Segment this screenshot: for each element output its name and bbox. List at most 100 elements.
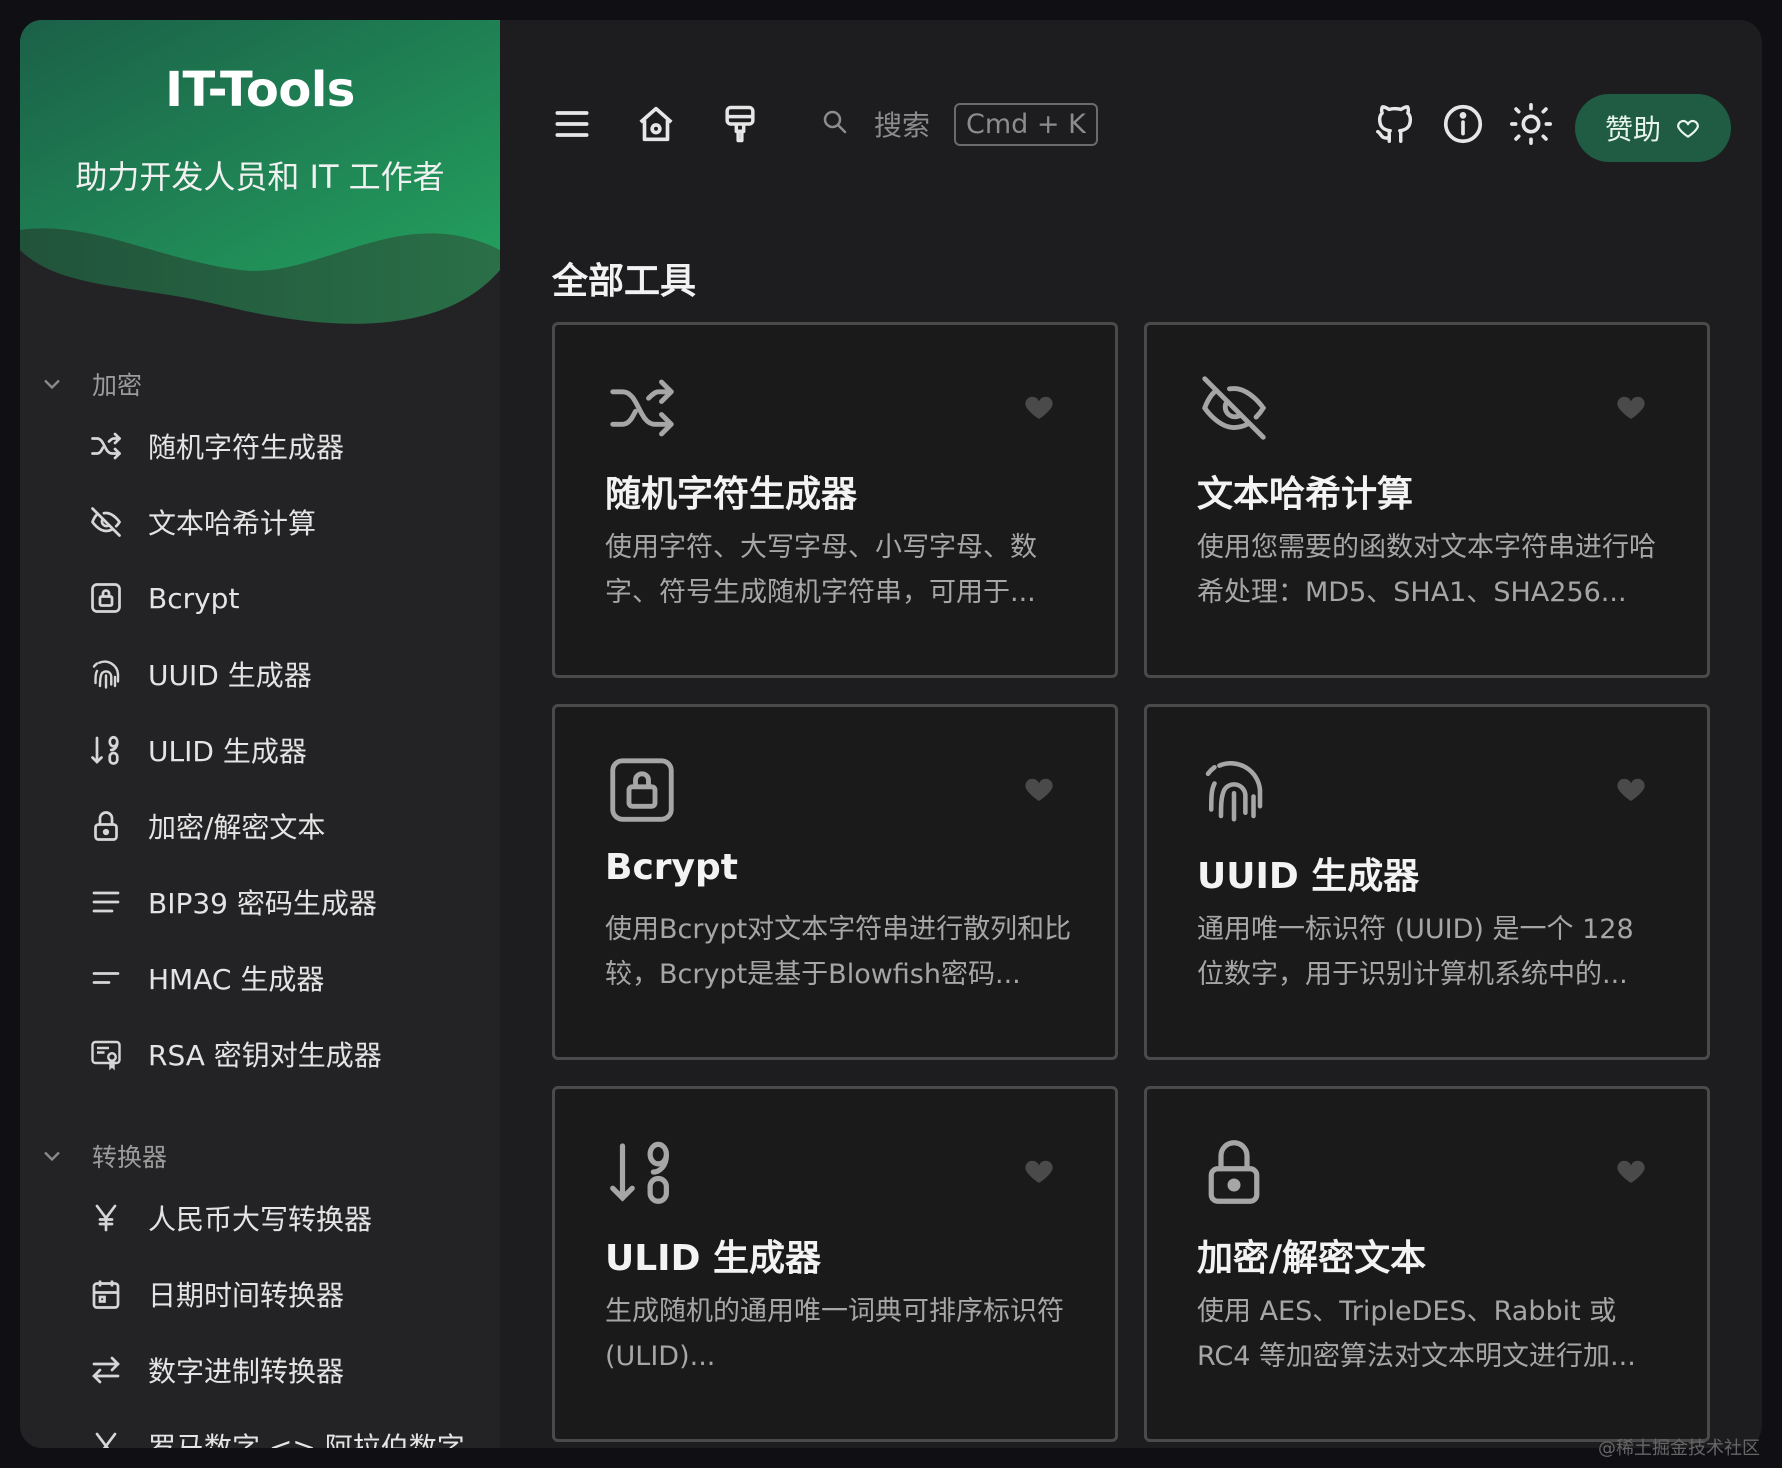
topbar: 搜索 Cmd + K 赞助 — [500, 80, 1762, 168]
search-shortcut: Cmd + K — [954, 102, 1098, 146]
sidebar-item-hmac[interactable]: HMAC 生成器 — [20, 940, 500, 1016]
sidebar-item-roman[interactable]: 罗马数字 <> 阿拉伯数字 — [20, 1408, 500, 1448]
tool-card-title: Bcrypt — [605, 847, 738, 888]
tool-card-random-string[interactable]: 随机字符生成器 使用字符、大写字母、小写字母、数字、符号生成随机字符串，可用于.… — [552, 322, 1118, 678]
short-text-icon — [86, 958, 126, 998]
tool-card-title: 加密/解密文本 — [1197, 1238, 1427, 1279]
tool-card-bcrypt[interactable]: Bcrypt 使用Bcrypt对文本字符串进行散列和比较，Bcrypt是基于Bl… — [552, 704, 1118, 1060]
sidebar-item-label: 数字进制转换器 — [148, 1355, 345, 1388]
favorite-heart-icon[interactable] — [1023, 1155, 1055, 1187]
favorite-heart-icon[interactable] — [1023, 773, 1055, 805]
fingerprint-icon — [86, 654, 126, 694]
app-subtitle: 助力开发人员和 IT 工作者 — [75, 158, 445, 196]
sidebar-nav: 加密 随机字符生成器 文本哈希计算 Bcrypt UUID 生成器 ULID 生… — [20, 360, 500, 1448]
sidebar-item-ulid[interactable]: ULID 生成器 — [20, 712, 500, 788]
github-button[interactable] — [1365, 94, 1425, 154]
search-icon — [820, 107, 854, 141]
sort-numeric-icon — [603, 1133, 683, 1213]
lock-icon — [1195, 1133, 1275, 1213]
sidebar-item-label: HMAC 生成器 — [148, 963, 325, 996]
tool-card-description: 使用您需要的函数对文本字符串进行哈希处理：MD5、SHA1、SHA256... — [1197, 532, 1656, 608]
tool-card-description: 使用 AES、TripleDES、Rabbit 或 RC4 等加密算法对文本明文… — [1197, 1296, 1636, 1372]
calendar-icon — [86, 1274, 126, 1314]
section-title: 全部工具 — [552, 261, 697, 302]
main-content: 搜索 Cmd + K 赞助 全部工具 随机字符生成器 使用字符、大写字母、小写字… — [500, 20, 1762, 1448]
sidebar-item-encrypt[interactable]: 加密/解密文本 — [20, 788, 500, 864]
lock-icon — [86, 806, 126, 846]
app-window: IT-Tools 助力开发人员和 IT 工作者 加密 随机字符生成器 文本哈希计… — [20, 20, 1762, 1448]
info-icon — [1443, 104, 1483, 144]
sort-numeric-icon — [86, 730, 126, 770]
sidebar-item-rmb[interactable]: 人民币大写转换器 — [20, 1180, 500, 1256]
shuffle-icon — [603, 369, 683, 449]
sidebar-item-label: 日期时间转换器 — [148, 1279, 345, 1312]
sidebar-item-random-string[interactable]: 随机字符生成器 — [20, 408, 500, 484]
eye-off-icon — [86, 502, 126, 542]
letter-x-icon — [86, 1426, 126, 1448]
sidebar-item-label: RSA 密钥对生成器 — [148, 1039, 382, 1072]
menu-button[interactable] — [542, 94, 602, 154]
tool-card-description: 使用Bcrypt对文本字符串进行散列和比较，Bcrypt是基于Blowfish密… — [605, 914, 1072, 990]
favorite-heart-icon[interactable] — [1615, 1155, 1647, 1187]
tool-card-ulid[interactable]: ULID 生成器 生成随机的通用唯一词典可排序标识符 (ULID)... — [552, 1086, 1118, 1442]
watermark: @稀土掘金技术社区 — [1598, 1438, 1760, 1459]
sun-icon — [1510, 103, 1552, 145]
sidebar-item-uuid[interactable]: UUID 生成器 — [20, 636, 500, 712]
sidebar-item-bip39[interactable]: BIP39 密码生成器 — [20, 864, 500, 940]
chevron-down-icon — [38, 370, 66, 398]
tool-card-hash-text[interactable]: 文本哈希计算 使用您需要的函数对文本字符串进行哈希处理：MD5、SHA1、SHA… — [1144, 322, 1710, 678]
tool-card-description: 通用唯一标识符 (UUID) 是一个 128 位数字，用于识别计算机系统中的..… — [1197, 914, 1634, 990]
sponsor-button[interactable]: 赞助 — [1575, 94, 1731, 162]
about-button[interactable] — [1433, 94, 1493, 154]
fingerprint-icon — [1195, 751, 1275, 831]
tool-card-uuid[interactable]: UUID 生成器 通用唯一标识符 (UUID) 是一个 128 位数字，用于识别… — [1144, 704, 1710, 1060]
favorite-heart-icon[interactable] — [1615, 773, 1647, 805]
sidebar-item-datetime[interactable]: 日期时间转换器 — [20, 1256, 500, 1332]
lock-square-icon — [86, 578, 126, 618]
shuffle-icon — [86, 426, 126, 466]
sidebar-item-base[interactable]: 数字进制转换器 — [20, 1332, 500, 1408]
home-button[interactable] — [626, 94, 686, 154]
sidebar: IT-Tools 助力开发人员和 IT 工作者 加密 随机字符生成器 文本哈希计… — [20, 20, 500, 1448]
yen-icon — [86, 1198, 126, 1238]
tool-card-title: 文本哈希计算 — [1197, 474, 1414, 515]
brush-icon — [725, 105, 755, 143]
chevron-down-icon — [38, 1142, 66, 1170]
sidebar-item-label: 文本哈希计算 — [148, 507, 317, 540]
tool-card-title: UUID 生成器 — [1197, 856, 1420, 897]
sidebar-item-bcrypt[interactable]: Bcrypt — [20, 560, 500, 636]
tool-card-description: 生成随机的通用唯一词典可排序标识符 (ULID)... — [605, 1296, 1064, 1372]
search-bar[interactable]: 搜索 Cmd + K — [820, 98, 1098, 150]
theme-toggle-button[interactable] — [1501, 94, 1561, 154]
app-title[interactable]: IT-Tools — [20, 62, 500, 118]
tool-card-title: 随机字符生成器 — [605, 474, 858, 515]
sidebar-item-label: 随机字符生成器 — [148, 431, 345, 464]
eye-off-icon — [1195, 369, 1275, 449]
heart-icon — [1677, 119, 1699, 138]
sidebar-hero[interactable]: IT-Tools 助力开发人员和 IT 工作者 — [20, 20, 500, 340]
sidebar-item-rsa[interactable]: RSA 密钥对生成器 — [20, 1016, 500, 1092]
github-icon — [1376, 105, 1413, 143]
sidebar-item-hash-text[interactable]: 文本哈希计算 — [20, 484, 500, 560]
sidebar-item-label: 人民币大写转换器 — [148, 1203, 373, 1236]
ui-lib-button[interactable] — [710, 94, 770, 154]
sidebar-item-label: Bcrypt — [148, 581, 240, 615]
menu-icon — [555, 111, 589, 137]
nav-group-header-crypto[interactable]: 加密 — [20, 360, 500, 408]
favorite-heart-icon[interactable] — [1615, 391, 1647, 423]
sponsor-label: 赞助 — [1604, 113, 1661, 146]
sidebar-item-label: 加密/解密文本 — [148, 811, 326, 844]
nav-group-label: 转换器 — [92, 1143, 168, 1172]
nav-group-label: 加密 — [92, 371, 143, 400]
certificate-icon — [86, 1034, 126, 1074]
home-icon — [639, 106, 673, 142]
search-label: 搜索 — [874, 109, 931, 142]
nav-group-header-converter[interactable]: 转换器 — [20, 1132, 500, 1180]
tool-card-title: ULID 生成器 — [605, 1238, 821, 1279]
sidebar-item-label: ULID 生成器 — [148, 735, 307, 768]
arrows-left-right-icon — [86, 1350, 126, 1390]
sidebar-item-label: UUID 生成器 — [148, 659, 312, 692]
favorite-heart-icon[interactable] — [1023, 391, 1055, 423]
tool-card-encrypt[interactable]: 加密/解密文本 使用 AES、TripleDES、Rabbit 或 RC4 等加… — [1144, 1086, 1710, 1442]
